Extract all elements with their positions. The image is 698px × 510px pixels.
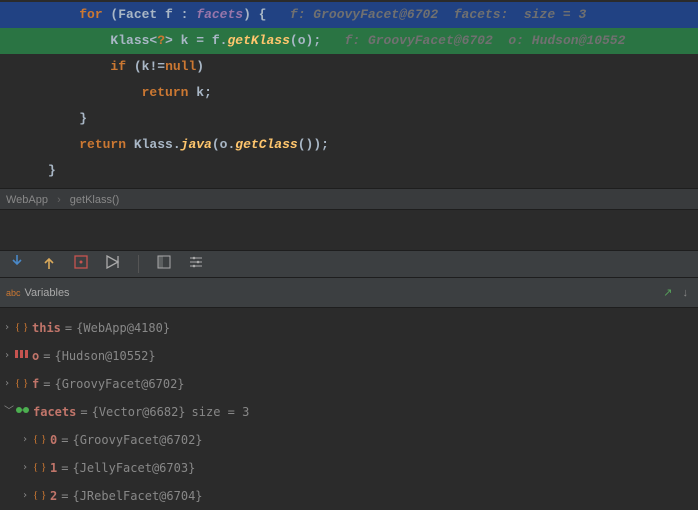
equals-sign: = (61, 482, 68, 510)
variable-name: o (32, 342, 39, 370)
settings-icon[interactable] (189, 255, 203, 273)
variable-row[interactable]: ›{ } f={GroovyFacet@6702} (0, 370, 698, 398)
chevron-right-icon[interactable]: › (4, 370, 14, 398)
chevron-right-icon[interactable]: › (22, 454, 32, 482)
breadcrumb-item[interactable]: getKlass() (70, 194, 120, 206)
expand-icon[interactable]: ↗ (663, 278, 672, 308)
svg-text:{ }: { } (33, 461, 46, 472)
breadcrumb[interactable]: WebApp › getKlass() (0, 188, 698, 210)
code-line[interactable]: Klass<?> k = f.getKlass(o); f: GroovyFac… (0, 28, 698, 54)
obj-icon: { } (33, 454, 47, 482)
collapse-icon[interactable]: ↓ (683, 278, 689, 308)
variable-row[interactable]: ›{ } this={WebApp@4180} (0, 314, 698, 342)
panel-title: Variables (25, 278, 70, 308)
obj-icon: { } (33, 426, 47, 454)
equals-sign: = (61, 454, 68, 482)
abc-icon: abc (6, 278, 21, 308)
variable-extra: size = 3 (192, 398, 250, 426)
param-icon (15, 342, 29, 370)
code-line[interactable]: } (0, 106, 698, 132)
variable-value: {WebApp@4180} (76, 314, 170, 342)
code-line[interactable]: return k; (0, 80, 698, 106)
evaluate-expression-icon[interactable] (74, 255, 88, 273)
variable-name: 1 (50, 454, 57, 482)
variable-row[interactable]: › o={Hudson@10552} (0, 342, 698, 370)
glasses-icon (15, 398, 30, 426)
variable-value: {JellyFacet@6703} (72, 454, 195, 482)
variable-value: {JRebelFacet@6704} (72, 482, 202, 510)
variable-row[interactable]: ›{ } 2={JRebelFacet@6704} (0, 482, 698, 510)
equals-sign: = (43, 342, 50, 370)
debug-toolbar (0, 250, 698, 278)
code-line[interactable]: return Klass.java(o.getClass()); (0, 132, 698, 158)
svg-text:{ }: { } (15, 321, 28, 332)
code-line[interactable]: if (k!=null) (0, 54, 698, 80)
view-frames-icon[interactable] (157, 255, 171, 273)
toolbar-divider (138, 255, 139, 273)
chevron-right-icon[interactable]: › (4, 342, 14, 370)
variable-value: {GroovyFacet@6702} (72, 426, 202, 454)
variables-panel-header: abc Variables ↗ ↓ (0, 278, 698, 308)
code-editor[interactable]: for (Facet f : facets) { f: GroovyFacet@… (0, 0, 698, 188)
code-line[interactable]: } (0, 158, 698, 184)
obj-icon: { } (15, 370, 29, 398)
variable-row[interactable]: ﹀ facets={Vector@6682}size = 3 (0, 398, 698, 426)
breadcrumb-item[interactable]: WebApp (6, 194, 48, 206)
chevron-down-icon[interactable]: ﹀ (4, 398, 14, 426)
variable-row[interactable]: ›{ } 1={JellyFacet@6703} (0, 454, 698, 482)
chevron-right-icon[interactable]: › (22, 426, 32, 454)
obj-icon: { } (15, 314, 29, 342)
svg-text:{ }: { } (33, 433, 46, 444)
variable-name: facets (33, 398, 76, 426)
variable-value: {Hudson@10552} (54, 342, 155, 370)
obj-icon: { } (33, 482, 47, 510)
equals-sign: = (43, 370, 50, 398)
breadcrumb-separator: › (57, 194, 61, 206)
variable-value: {Vector@6682} (92, 398, 186, 426)
step-out-icon[interactable] (42, 255, 56, 273)
panel-gap (0, 210, 698, 250)
chevron-right-icon[interactable]: › (22, 482, 32, 510)
equals-sign: = (80, 398, 87, 426)
equals-sign: = (61, 426, 68, 454)
variable-name: 2 (50, 482, 57, 510)
variable-name: f (32, 370, 39, 398)
variable-row[interactable]: ›{ } 0={GroovyFacet@6702} (0, 426, 698, 454)
equals-sign: = (65, 314, 72, 342)
run-to-cursor-icon[interactable] (106, 255, 120, 273)
svg-text:{ }: { } (33, 489, 46, 500)
svg-text:{ }: { } (15, 377, 28, 388)
chevron-right-icon[interactable]: › (4, 314, 14, 342)
code-line[interactable]: for (Facet f : facets) { f: GroovyFacet@… (0, 2, 698, 28)
variables-tree[interactable]: ›{ }this={WebApp@4180}›o={Hudson@10552}›… (0, 308, 698, 510)
variable-value: {GroovyFacet@6702} (54, 370, 184, 398)
variable-name: 0 (50, 426, 57, 454)
step-into-icon[interactable] (10, 255, 24, 273)
variable-name: this (32, 314, 61, 342)
